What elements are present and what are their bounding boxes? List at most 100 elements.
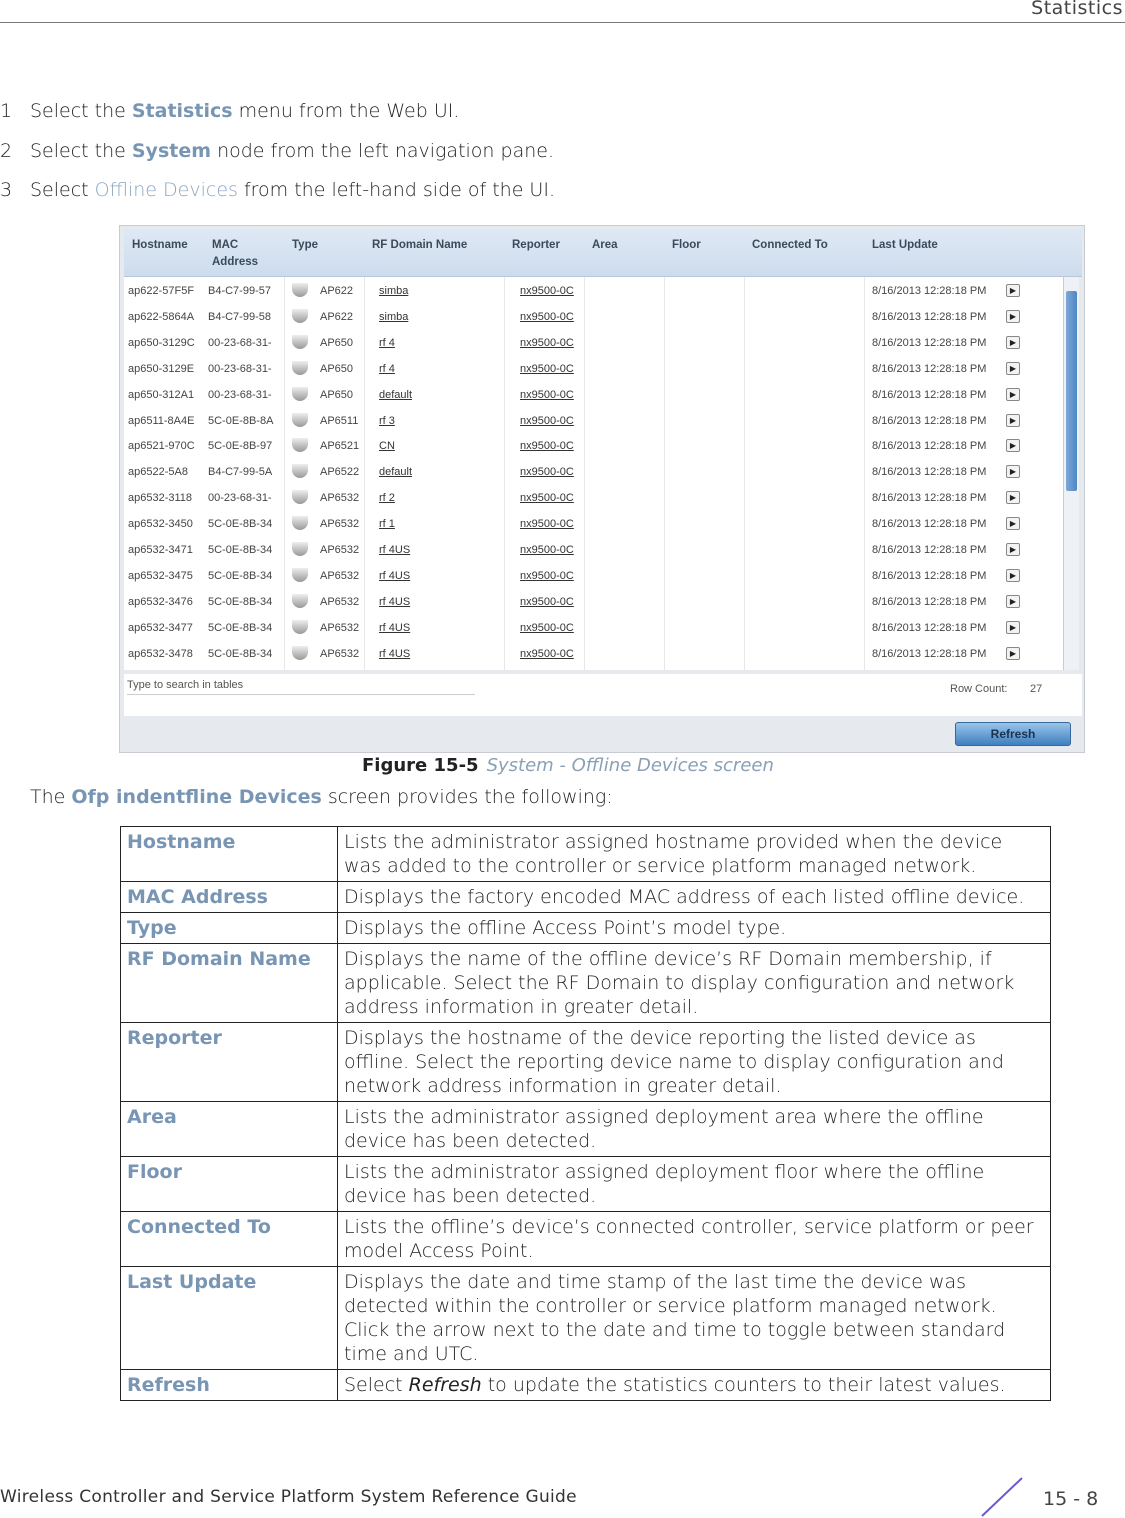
device-row[interactable]: ap650-3129E 00-23-68-31- AP650 rf 4 nx95… (124, 356, 1066, 382)
toggle-time-arrow-icon[interactable]: ▶ (1006, 309, 1020, 323)
device-row[interactable]: ap622-57F5F B4-C7-99-57 AP622 simba nx95… (124, 278, 1066, 304)
toggle-time-arrow-icon[interactable]: ▶ (1006, 568, 1020, 582)
toggle-time-arrow-icon[interactable]: ▶ (1006, 620, 1020, 634)
rf-domain-link[interactable]: CN (379, 440, 395, 452)
reporter-link[interactable]: nx9500-0C (520, 363, 574, 375)
rf-domain-link[interactable]: rf 1 (379, 518, 395, 530)
reporter-link[interactable]: nx9500-0C (520, 518, 574, 530)
reporter-link[interactable]: nx9500-0C (520, 389, 574, 401)
toggle-time-arrow-icon[interactable]: ▶ (1006, 465, 1020, 479)
reporter-link[interactable]: nx9500-0C (520, 311, 574, 323)
type-cell: AP6532 (320, 595, 360, 608)
device-row[interactable]: ap6532-3477 5C-0E-8B-34 AP6532 rf 4US nx… (124, 615, 1066, 641)
rf-domain-link[interactable]: rf 4US (379, 544, 410, 556)
col-last-update[interactable]: Last Update (872, 237, 938, 254)
col-area[interactable]: Area (592, 237, 618, 254)
type-cell: AP622 (320, 285, 354, 297)
reporter-link[interactable]: nx9500-0C (520, 415, 574, 427)
toggle-time-arrow-icon[interactable]: ▶ (1006, 361, 1020, 375)
definition-row: Connected To Lists the offline’s device’s… (120, 1211, 1051, 1267)
reporter-link[interactable]: nx9500-0C (520, 285, 574, 297)
device-row[interactable]: ap6532-3118 00-23-68-31- AP6532 rf 2 nx9… (124, 485, 1066, 511)
rf-domain-link[interactable]: rf 4 (379, 363, 395, 375)
toggle-time-arrow-icon[interactable]: ▶ (1006, 491, 1020, 505)
rf-domain-link[interactable]: rf 4US (379, 648, 410, 660)
reporter-link[interactable]: nx9500-0C (520, 544, 574, 556)
toggle-time-arrow-icon[interactable]: ▶ (1006, 284, 1020, 297)
device-row[interactable]: ap6532-3471 5C-0E-8B-34 AP6532 rf 4US nx… (124, 537, 1066, 563)
rf-domain-link[interactable]: rf 4US (379, 596, 410, 608)
col-mac[interactable]: MAC Address (212, 237, 274, 271)
rf-domain-link[interactable]: rf 4 (379, 337, 395, 349)
mac-cell: 5C-0E-8B-8A (208, 414, 274, 427)
rf-domain-link[interactable]: rf 2 (379, 492, 395, 504)
last-update-cell: 8/16/2013 12:28:18 PM (872, 466, 987, 479)
device-row[interactable]: ap650-312A1 00-23-68-31- AP650 default n… (124, 382, 1066, 408)
rf-domain-link[interactable]: default (379, 389, 412, 401)
definition-row: Area Lists the administrator assigned dep… (120, 1101, 1051, 1157)
definition-term: Area (120, 1101, 338, 1157)
col-hostname[interactable]: Hostname (132, 237, 188, 254)
type-cell: AP6532 (320, 492, 360, 505)
definition-row: Last Update Displays the date and time st… (120, 1266, 1051, 1370)
reporter-link[interactable]: nx9500-0C (520, 570, 574, 582)
hostname-cell: ap650-3129C (128, 336, 195, 349)
footer-guide-title: Wireless Controller and Service Platform… (0, 1487, 577, 1507)
toggle-time-arrow-icon[interactable]: ▶ (1006, 335, 1020, 349)
rf-domain-link[interactable]: default (379, 466, 412, 478)
col-rf-domain[interactable]: RF Domain Name (372, 237, 467, 254)
table-footer: Type to search in tables Row Count: 27 (124, 674, 1082, 716)
access-point-icon (292, 567, 308, 582)
reporter-link[interactable]: nx9500-0C (520, 466, 574, 478)
toggle-time-arrow-icon[interactable]: ▶ (1006, 646, 1020, 660)
device-row[interactable]: ap6521-970C 5C-0E-8B-97 AP6521 CN nx9500… (124, 433, 1066, 459)
rf-domain-link[interactable]: rf 4US (379, 570, 410, 582)
col-reporter[interactable]: Reporter (512, 237, 560, 254)
reporter-link[interactable]: nx9500-0C (520, 622, 574, 634)
toggle-time-arrow-icon[interactable]: ▶ (1006, 543, 1020, 556)
table-search-input[interactable]: Type to search in tables (127, 679, 475, 695)
device-row[interactable]: ap6532-3475 5C-0E-8B-34 AP6532 rf 4US nx… (124, 563, 1066, 589)
section-header: Statistics (1031, 0, 1123, 19)
reporter-link[interactable]: nx9500-0C (520, 440, 574, 452)
definition-description: Lists the administrator assigned hostnam… (337, 826, 1051, 882)
rf-domain-link[interactable]: simba (379, 311, 408, 323)
rf-domain-link[interactable]: rf 3 (379, 415, 395, 427)
reporter-link[interactable]: nx9500-0C (520, 337, 574, 349)
table-scrollbar[interactable] (1063, 277, 1079, 670)
reporter-link[interactable]: nx9500-0C (520, 648, 574, 660)
col-floor[interactable]: Floor (672, 237, 701, 254)
toggle-time-arrow-icon[interactable]: ▶ (1006, 517, 1020, 531)
access-point-icon (292, 490, 308, 505)
hostname-cell: ap6532-3476 (128, 595, 193, 608)
page-number: 15 - 8 (1043, 1488, 1099, 1510)
definition-row: RF Domain Name Displays the name of the o… (120, 943, 1051, 1023)
toggle-time-arrow-icon[interactable]: ▶ (1006, 594, 1020, 608)
col-type[interactable]: Type (292, 237, 318, 254)
device-row[interactable]: ap6532-3478 5C-0E-8B-34 AP6532 rf 4US nx… (124, 641, 1066, 667)
type-cell: AP6521 (320, 440, 360, 453)
toggle-time-arrow-icon[interactable]: ▶ (1006, 387, 1020, 401)
device-row[interactable]: ap650-3129C 00-23-68-31- AP650 rf 4 nx95… (124, 330, 1066, 356)
hostname-cell: ap6532-3475 (128, 569, 193, 582)
device-row[interactable]: ap6532-3476 5C-0E-8B-34 AP6532 rf 4US nx… (124, 589, 1066, 615)
toggle-time-arrow-icon[interactable]: ▶ (1006, 413, 1020, 427)
refresh-button[interactable]: Refresh (955, 722, 1071, 746)
rf-domain-link[interactable]: simba (379, 285, 408, 297)
access-point-icon (292, 283, 308, 297)
reporter-link[interactable]: nx9500-0C (520, 492, 574, 504)
reporter-link[interactable]: nx9500-0C (520, 596, 574, 608)
device-row[interactable]: ap622-5864A B4-C7-99-58 AP622 simba nx95… (124, 304, 1066, 330)
mac-cell: 00-23-68-31- (208, 362, 272, 375)
mac-cell: 5C-0E-8B-34 (208, 621, 273, 634)
access-point-icon (292, 334, 308, 349)
device-row[interactable]: ap6511-8A4E 5C-0E-8B-8A AP6511 rf 3 nx95… (124, 408, 1066, 434)
rf-domain-link[interactable]: rf 4US (379, 622, 410, 634)
device-row[interactable]: ap6532-3450 5C-0E-8B-34 AP6532 rf 1 nx95… (124, 511, 1066, 537)
col-connected-to[interactable]: Connected To (752, 237, 828, 254)
scrollbar-thumb[interactable] (1066, 291, 1077, 491)
last-update-cell: 8/16/2013 12:28:18 PM (872, 492, 987, 505)
device-row[interactable]: ap6522-5A8 B4-C7-99-5A AP6522 default nx… (124, 459, 1066, 485)
toggle-time-arrow-icon[interactable]: ▶ (1006, 439, 1020, 453)
row-count-value: 27 (1030, 683, 1043, 695)
